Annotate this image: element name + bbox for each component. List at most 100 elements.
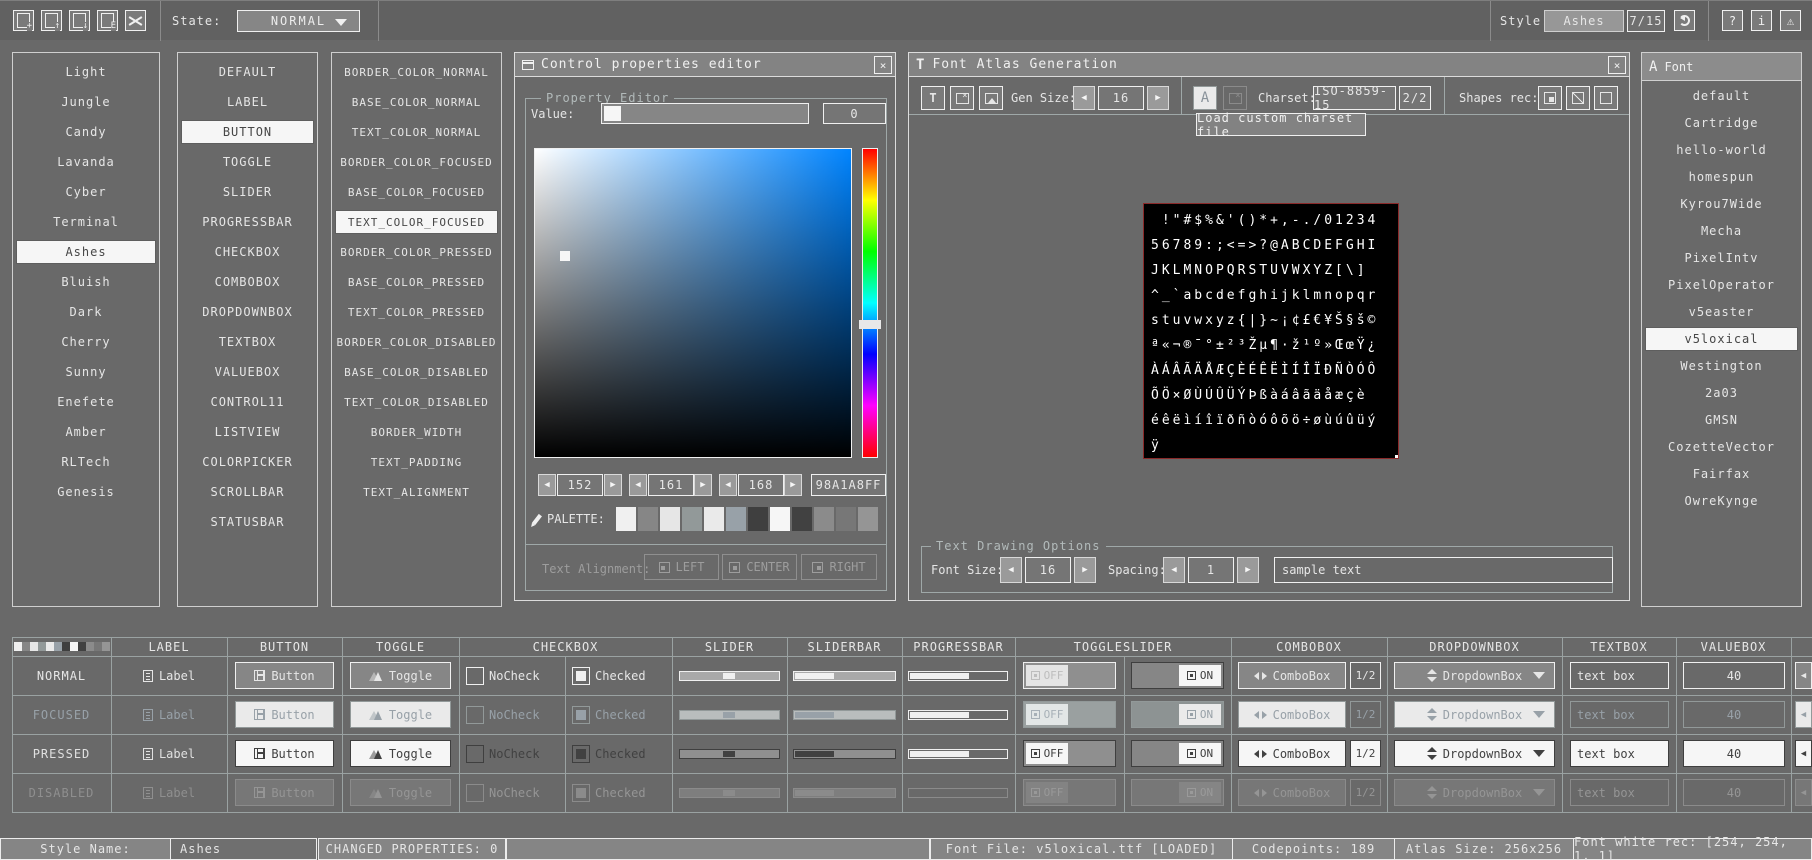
preview-toggle[interactable]: Toggle	[350, 662, 451, 689]
slider-handle[interactable]	[723, 751, 735, 757]
slider-handle[interactable]	[723, 712, 735, 718]
preview-valuebox[interactable]: 40	[1683, 701, 1785, 728]
table-grid-line	[1676, 637, 1677, 813]
chevron-down-icon	[1533, 789, 1545, 796]
preview-combobox[interactable]: ComboBox	[1238, 779, 1346, 806]
combo-arrows-icon	[1254, 749, 1267, 759]
preview-checkbox-unchecked[interactable]: NoCheck	[459, 734, 565, 773]
preview-button[interactable]: Button	[235, 701, 334, 728]
preview-combobox-index[interactable]: 1/2	[1350, 662, 1381, 689]
table-grid-line	[12, 695, 1812, 696]
document-icon	[143, 670, 153, 682]
preview-toggle[interactable]: Toggle	[350, 740, 451, 767]
preview-valuebox[interactable]: 40	[1683, 779, 1785, 806]
chevron-down-icon	[1533, 750, 1545, 757]
preview-button[interactable]: Button	[235, 779, 334, 806]
preview-combobox[interactable]: ComboBox	[1238, 740, 1346, 767]
preview-textbox[interactable]: text box	[1570, 779, 1669, 806]
preview-checkbox-unchecked[interactable]: NoCheck	[459, 656, 565, 695]
preview-toggleslider-on[interactable]: ON	[1131, 779, 1224, 806]
preview-combobox-index[interactable]: 1/2	[1350, 701, 1381, 728]
preview-textbox[interactable]: text box	[1570, 740, 1669, 767]
preview-button[interactable]: Button	[235, 740, 334, 767]
preview-combobox[interactable]: ComboBox	[1238, 662, 1346, 689]
preview-spinner-partial[interactable]: ◀	[1795, 701, 1812, 728]
preview-checkbox-checked[interactable]: Checked	[565, 773, 672, 812]
preview-toggle[interactable]: Toggle	[350, 701, 451, 728]
preview-toggleslider-on[interactable]: ON	[1131, 701, 1224, 728]
toggleslider-knob[interactable]: ON	[1179, 782, 1221, 803]
table-grid-line	[1562, 637, 1563, 813]
preview-slider[interactable]	[679, 710, 780, 720]
table-grid-line	[1791, 637, 1792, 813]
document-icon	[143, 787, 153, 799]
toggleslider-knob[interactable]: OFF	[1026, 782, 1068, 803]
slider-handle[interactable]	[723, 673, 735, 679]
preview-toggleslider-off[interactable]: OFF	[1023, 701, 1116, 728]
preview-dropdownbox[interactable]: DropdownBox	[1394, 779, 1555, 806]
preview-toggleslider-off[interactable]: OFF	[1023, 779, 1116, 806]
knob-icon	[1031, 788, 1040, 797]
preview-state-label: DISABLED	[13, 773, 110, 812]
preview-checkbox-checked[interactable]: Checked	[565, 734, 672, 773]
document-icon	[143, 748, 153, 760]
preview-textbox[interactable]: text box	[1570, 701, 1669, 728]
preview-spinner-partial[interactable]: ◀	[1795, 740, 1812, 767]
preview-slider[interactable]	[679, 671, 780, 681]
toggleslider-knob[interactable]: ON	[1179, 743, 1221, 764]
table-grid-line	[1387, 637, 1388, 813]
preview-slider[interactable]	[679, 749, 780, 759]
preview-dropdownbox[interactable]: DropdownBox	[1394, 662, 1555, 689]
style-preview-table: LABELBUTTONTOGGLECHECKBOXSLIDERSLIDERBAR…	[0, 0, 1812, 860]
progressbar-fill	[910, 751, 969, 757]
preview-checkbox-checked[interactable]: Checked	[565, 656, 672, 695]
knob-icon	[1031, 671, 1040, 680]
font-file-status: Font File: v5loxical.ttf [LOADED]	[930, 838, 1233, 860]
style-name-input[interactable]: Ashes	[170, 838, 317, 860]
preview-column-header: VALUEBOX	[1676, 637, 1791, 656]
preview-sliderbar[interactable]	[793, 749, 896, 759]
preview-spinner-partial[interactable]: ◀	[1795, 662, 1812, 689]
preview-dropdownbox[interactable]: DropdownBox	[1394, 701, 1555, 728]
preview-combobox-index[interactable]: 1/2	[1350, 779, 1381, 806]
preview-valuebox[interactable]: 40	[1683, 662, 1785, 689]
toggleslider-knob[interactable]: OFF	[1026, 665, 1068, 686]
progressbar-fill	[910, 673, 969, 679]
preview-toggleslider-on[interactable]: ON	[1131, 662, 1224, 689]
preview-toggleslider-off[interactable]: OFF	[1023, 740, 1116, 767]
preview-sliderbar[interactable]	[793, 710, 896, 720]
preview-slider[interactable]	[679, 788, 780, 798]
style-color-swatch	[78, 642, 86, 651]
slider-handle[interactable]	[723, 790, 735, 796]
preview-column-header: TOGGLESLIDER	[1015, 637, 1231, 656]
preview-checkbox-unchecked[interactable]: NoCheck	[459, 773, 565, 812]
preview-label: Label	[111, 656, 227, 695]
toggleslider-knob[interactable]: OFF	[1026, 743, 1068, 764]
preview-combobox-index[interactable]: 1/2	[1350, 740, 1381, 767]
preview-toggle[interactable]: Toggle	[350, 779, 451, 806]
rguistyler-app: +↑↓E State: NORMAL Style: Ashes 7/15 ?i⚠…	[0, 0, 1812, 860]
preview-valuebox[interactable]: 40	[1683, 740, 1785, 767]
toggleslider-knob[interactable]: ON	[1179, 665, 1221, 686]
preview-state-label: FOCUSED	[13, 695, 110, 734]
preview-spinner-partial[interactable]: ◀	[1795, 779, 1812, 806]
toggleslider-knob[interactable]: ON	[1179, 704, 1221, 725]
preview-combobox[interactable]: ComboBox	[1238, 701, 1346, 728]
checkbox-icon	[466, 784, 484, 802]
sliderbar-fill	[795, 751, 834, 757]
preview-button[interactable]: Button	[235, 662, 334, 689]
preview-checkbox-checked[interactable]: Checked	[565, 695, 672, 734]
preview-checkbox-unchecked[interactable]: NoCheck	[459, 695, 565, 734]
preview-textbox[interactable]: text box	[1570, 662, 1669, 689]
preview-toggleslider-off[interactable]: OFF	[1023, 662, 1116, 689]
preview-progressbar	[908, 749, 1008, 759]
preview-sliderbar[interactable]	[793, 788, 896, 798]
checkbox-checked-icon	[572, 667, 590, 685]
preview-label: Label	[111, 695, 227, 734]
preview-toggleslider-on[interactable]: ON	[1131, 740, 1224, 767]
toggleslider-knob[interactable]: OFF	[1026, 704, 1068, 725]
preview-sliderbar[interactable]	[793, 671, 896, 681]
preview-dropdownbox[interactable]: DropdownBox	[1394, 740, 1555, 767]
style-color-swatch	[70, 642, 78, 651]
table-grid-line	[1231, 637, 1232, 813]
